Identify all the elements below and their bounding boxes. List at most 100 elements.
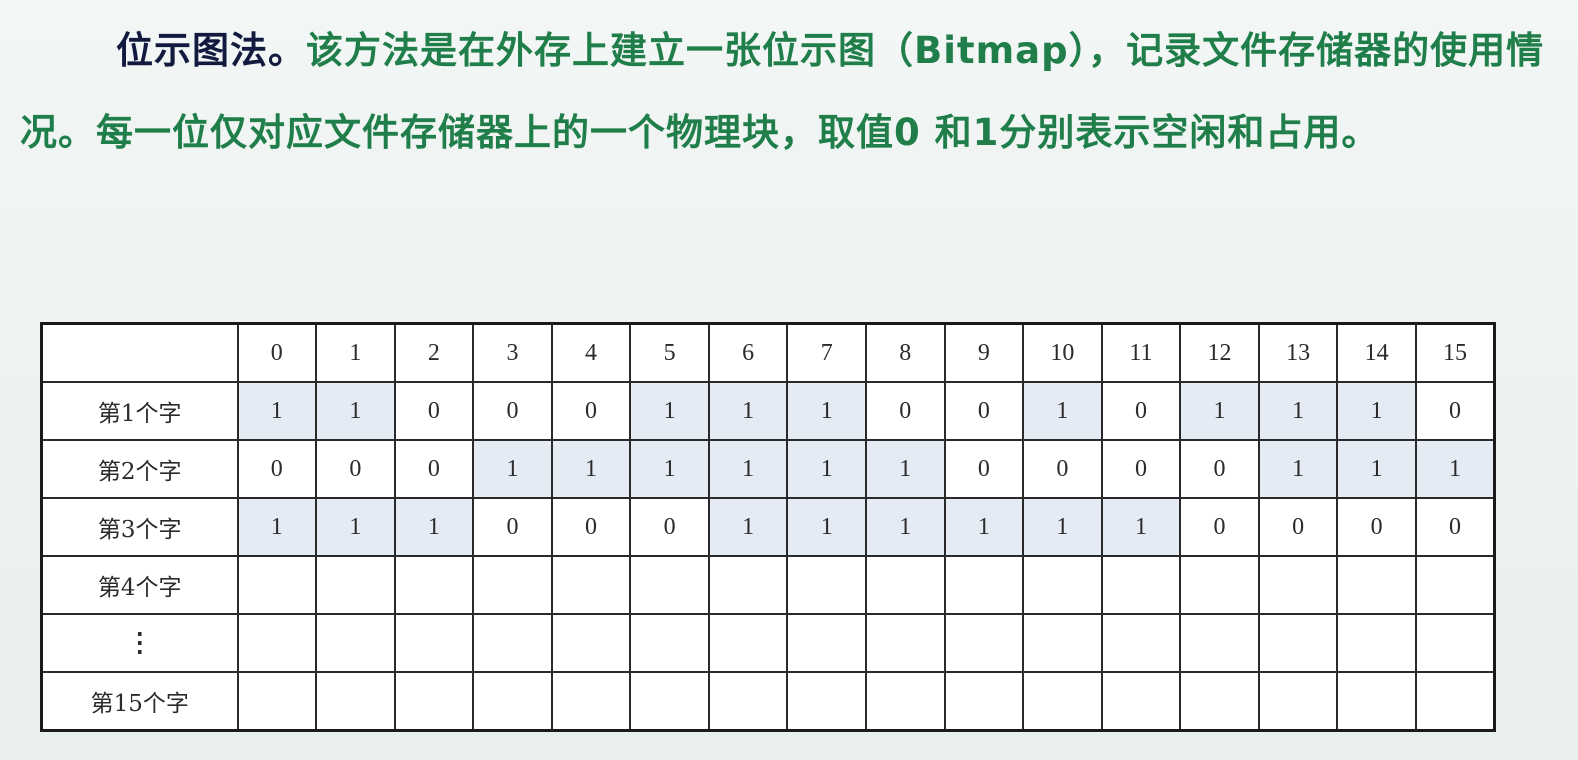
- table-row: 第2个字 0 0 0 1 1 1 1 1 1 0 0 0 0 1 1 1: [40, 439, 1496, 499]
- row-label: 第3个字: [40, 497, 239, 557]
- row-label: 第2个字: [40, 439, 239, 499]
- column-header: 13: [1257, 322, 1339, 383]
- bitmap-table-body: 0 1 2 3 4 5 6 7 8 9 10 11 12 13 14 15 第1个字 1 1 0 0 0 1 1 1 0 0 1 0 1…: [40, 322, 1496, 732]
- bit-cell: [1179, 555, 1260, 615]
- bit-cell: 0: [1336, 497, 1417, 557]
- column-header: 2: [393, 322, 475, 383]
- slide: 位示图法。该方法是在外存上建立一张位示图（Bitmap），记录文件存储器的使用情…: [0, 0, 1578, 760]
- bit-cell: 1: [236, 497, 318, 557]
- bit-cell: 1: [707, 439, 789, 499]
- bit-cell: [1336, 613, 1417, 673]
- bit-cell: 1: [629, 381, 710, 441]
- row-label: 第15个字: [40, 671, 239, 732]
- bit-cell: [629, 613, 710, 673]
- bit-cell: [1022, 613, 1103, 673]
- bit-cell: [865, 555, 946, 615]
- bit-cell: 1: [550, 439, 632, 499]
- bit-cell: [236, 555, 318, 615]
- bit-cell: [707, 671, 789, 732]
- column-header: 5: [629, 322, 710, 383]
- bit-cell: 1: [786, 497, 867, 557]
- bit-cell: 1: [315, 497, 396, 557]
- bit-cell: 1: [1336, 381, 1417, 441]
- table-row: 第15个字: [40, 671, 1496, 732]
- bit-cell: [315, 613, 396, 673]
- bit-cell: [1100, 613, 1182, 673]
- bit-cell: 1: [393, 497, 475, 557]
- bit-cell: 0: [1100, 381, 1182, 441]
- bit-cell: 0: [943, 381, 1025, 441]
- bit-cell: [1257, 555, 1339, 615]
- bit-cell: [786, 671, 867, 732]
- bit-cell: [1336, 671, 1417, 732]
- row-label: ⋮: [40, 613, 239, 673]
- bit-cell: [1179, 671, 1260, 732]
- bit-cell: 1: [1179, 381, 1260, 441]
- bit-cell: [550, 555, 632, 615]
- bit-cell: [1257, 671, 1339, 732]
- column-header: 7: [786, 322, 867, 383]
- description-paragraph: 位示图法。该方法是在外存上建立一张位示图（Bitmap），记录文件存储器的使用情…: [20, 10, 1560, 174]
- column-header: 6: [707, 322, 789, 383]
- bit-cell: 0: [393, 439, 475, 499]
- bit-cell: [1257, 613, 1339, 673]
- bit-cell: 1: [943, 497, 1025, 557]
- bit-cell: 0: [1257, 497, 1339, 557]
- bit-cell: 0: [550, 497, 632, 557]
- column-header: 4: [550, 322, 632, 383]
- bit-cell: 0: [1179, 497, 1260, 557]
- bit-cell: 1: [786, 381, 867, 441]
- bit-cell: 0: [472, 497, 553, 557]
- column-header: 15: [1414, 322, 1496, 383]
- bit-cell: [629, 555, 710, 615]
- bit-cell: 1: [1257, 439, 1339, 499]
- bit-cell: [865, 671, 946, 732]
- column-header: 9: [943, 322, 1025, 383]
- column-header: 12: [1179, 322, 1260, 383]
- method-term: 位示图法。: [116, 29, 306, 72]
- bit-cell: 1: [786, 439, 867, 499]
- bit-cell: [1336, 555, 1417, 615]
- bit-cell: [236, 671, 318, 732]
- bit-cell: [707, 555, 789, 615]
- bit-cell: 1: [1022, 497, 1103, 557]
- bit-cell: 0: [315, 439, 396, 499]
- column-header: 3: [472, 322, 553, 383]
- bit-cell: [550, 671, 632, 732]
- bit-cell: [943, 613, 1025, 673]
- bit-cell: 0: [943, 439, 1025, 499]
- bit-cell: 1: [315, 381, 396, 441]
- bit-cell: 1: [865, 497, 946, 557]
- bit-cell: 0: [393, 381, 475, 441]
- bit-cell: 1: [1414, 439, 1496, 499]
- column-header-row: 0 1 2 3 4 5 6 7 8 9 10 11 12 13 14 15: [40, 322, 1496, 383]
- bit-cell: [943, 555, 1025, 615]
- bit-cell: [472, 671, 553, 732]
- bit-cell: [472, 555, 553, 615]
- bit-cell: [865, 613, 946, 673]
- bit-cell: [1100, 671, 1182, 732]
- column-header: 11: [1100, 322, 1182, 383]
- bit-cell: 0: [236, 439, 318, 499]
- bit-cell: 0: [865, 381, 946, 441]
- row-label: 第4个字: [40, 555, 239, 615]
- bit-cell: 0: [472, 381, 553, 441]
- bit-cell: 1: [1100, 497, 1182, 557]
- bit-cell: [315, 671, 396, 732]
- bit-cell: 0: [1100, 439, 1182, 499]
- bit-cell: [707, 613, 789, 673]
- column-header: 8: [865, 322, 946, 383]
- bitmap-table: 0 1 2 3 4 5 6 7 8 9 10 11 12 13 14 15 第1个字 1 1 0 0 0 1 1 1 0 0 1 0 1…: [40, 322, 1496, 732]
- bit-cell: [1414, 613, 1496, 673]
- corner-cell: [40, 322, 239, 383]
- bit-cell: [1022, 671, 1103, 732]
- bit-cell: [786, 613, 867, 673]
- bit-cell: 1: [1022, 381, 1103, 441]
- bit-cell: 1: [629, 439, 710, 499]
- bit-cell: [315, 555, 396, 615]
- bit-cell: 0: [1414, 497, 1496, 557]
- row-label: 第1个字: [40, 381, 239, 441]
- bit-cell: [550, 613, 632, 673]
- table-row: 第1个字 1 1 0 0 0 1 1 1 0 0 1 0 1 1 1 0: [40, 381, 1496, 441]
- table-row: 第3个字 1 1 1 0 0 0 1 1 1 1 1 1 0 0 0 0: [40, 497, 1496, 557]
